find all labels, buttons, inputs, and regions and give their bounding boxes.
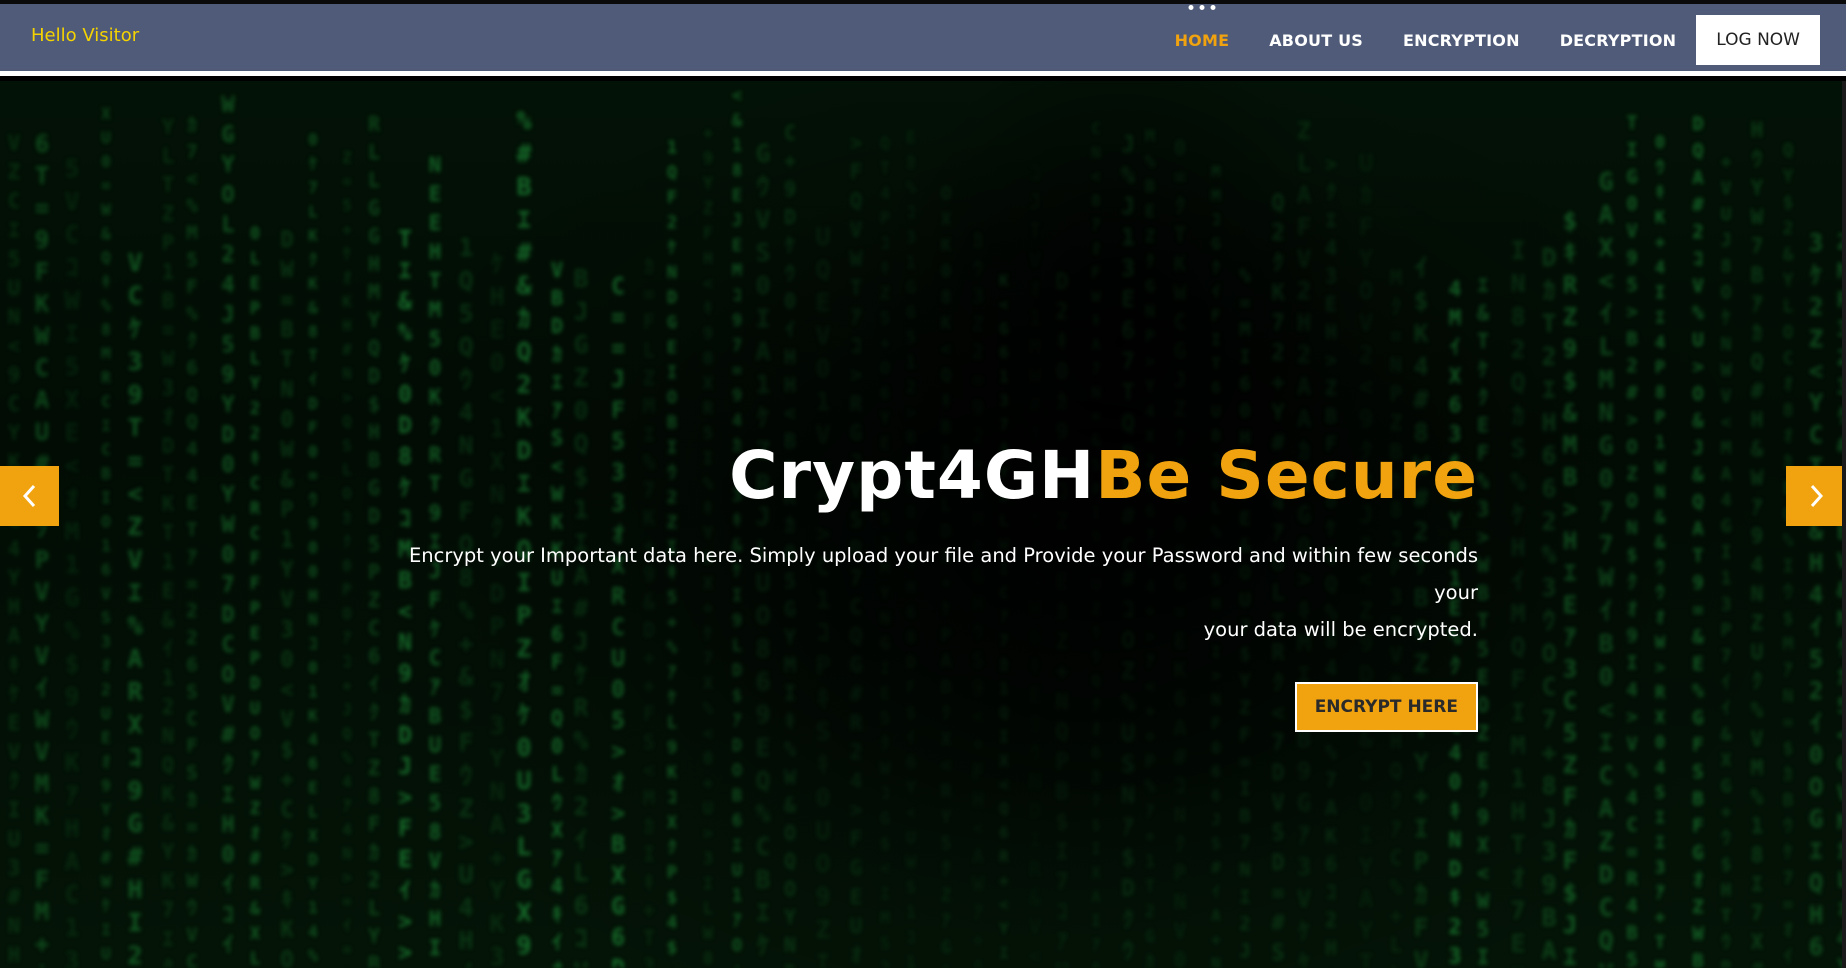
navbar: Hello Visitor HOME ABOUT US ENCRYPTION D… [0,4,1846,76]
log-now-button[interactable]: LOG NOW [1696,15,1820,65]
chevron-left-icon [22,484,35,508]
page: Hello Visitor HOME ABOUT US ENCRYPTION D… [0,0,1846,968]
hero-title-accent: Be Secure [1095,437,1478,514]
carousel-next-button[interactable] [1786,466,1845,526]
hero-title-main: Crypt4GH [729,437,1096,514]
hero-subtitle-line-2: your data will be encrypted. [1203,618,1478,641]
carousel-prev-button[interactable] [0,466,59,526]
hero-subtitle-line-1: Encrypt your Important data here. Simply… [408,544,1478,604]
scrollbar[interactable] [1842,81,1846,968]
nav-encryption-label: ENCRYPTION [1403,30,1520,50]
hero-title: Crypt4GHBe Secure [378,436,1478,516]
encrypt-here-button[interactable]: ENCRYPT HERE [1294,682,1478,732]
nav-about-us[interactable]: ABOUT US [1269,31,1363,50]
nav-about-us-label: ABOUT US [1269,30,1363,50]
active-indicator-dots [1188,4,1216,10]
hero-content: Crypt4GHBe Secure Encrypt your Important… [378,436,1478,732]
nav-home-label: HOME [1174,30,1230,50]
nav-home[interactable]: HOME [1174,4,1230,50]
greeting-link[interactable]: Hello Visitor [31,25,139,46]
nav-decryption[interactable]: DECRYPTION [1560,31,1677,50]
nav-links: HOME ABOUT US ENCRYPTION DECRYPTION LOG … [1135,4,1820,76]
nav-encryption[interactable]: ENCRYPTION [1403,31,1520,50]
hero-subtitle: Encrypt your Important data here. Simply… [378,537,1478,648]
chevron-right-icon [1810,484,1823,508]
nav-decryption-label: DECRYPTION [1559,30,1677,50]
hero-slide: V Z C ｴ 5 U N < 9 C Y K # G 4 Y H A ｷ ｹ … [0,81,1846,968]
